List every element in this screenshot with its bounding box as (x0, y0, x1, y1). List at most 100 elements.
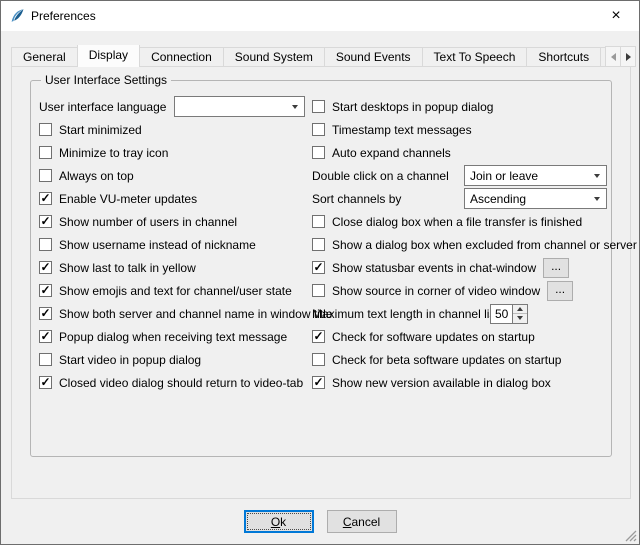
resize-grip-icon (624, 529, 637, 542)
arrow-down-icon (517, 316, 523, 320)
double-click-row: Double click on a channel Join or leave (312, 164, 607, 187)
checkbox-statusbar-events[interactable]: Show statusbar events in chat-window (312, 261, 536, 275)
resize-grip[interactable] (624, 529, 637, 542)
language-label: User interface language (39, 100, 174, 114)
checkbox-label: Start desktops in popup dialog (332, 100, 493, 114)
chevron-down-icon (594, 197, 600, 201)
checkbox-last-to-talk-yellow[interactable]: Show last to talk in yellow (39, 256, 311, 279)
checkbox-box (39, 330, 52, 343)
sort-channels-select[interactable]: Ascending (464, 188, 607, 209)
video-source-row: Show source in corner of video window ..… (312, 279, 607, 302)
checkbox-auto-expand-channels[interactable]: Auto expand channels (312, 141, 607, 164)
spinner-buttons (513, 304, 528, 324)
checkbox-box (312, 284, 325, 297)
checkbox-check-beta-updates[interactable]: Check for beta software updates on start… (312, 348, 607, 371)
checkbox-start-minimized[interactable]: Start minimized (39, 118, 311, 141)
spinner-down-button[interactable] (513, 314, 527, 323)
statusbar-events-config-button[interactable]: ... (543, 258, 569, 278)
checkbox-label: Show username instead of nickname (59, 238, 256, 252)
checkbox-enable-vu-meter[interactable]: Enable VU-meter updates (39, 187, 311, 210)
checkbox-start-video-popup[interactable]: Start video in popup dialog (39, 348, 311, 371)
checkbox-box (312, 261, 325, 274)
checkbox-box (39, 238, 52, 251)
left-column: User interface language Start minimized … (39, 95, 311, 394)
checkbox-start-desktops-popup[interactable]: Start desktops in popup dialog (312, 95, 607, 118)
title-bar[interactable]: Preferences × (1, 1, 639, 31)
double-click-label: Double click on a channel (312, 169, 464, 183)
max-text-length-input[interactable]: 50 (490, 304, 513, 324)
window-title: Preferences (31, 9, 96, 23)
checkbox-box (312, 215, 325, 228)
checkbox-label: Show a dialog box when excluded from cha… (332, 238, 637, 252)
spinner-up-button[interactable] (513, 305, 527, 315)
checkbox-closed-video-return[interactable]: Closed video dialog should return to vid… (39, 371, 311, 394)
tab-connection[interactable]: Connection (139, 47, 224, 67)
checkbox-label: Show emojis and text for channel/user st… (59, 284, 292, 298)
checkbox-label: Show source in corner of video window (332, 284, 540, 298)
language-row: User interface language (39, 95, 311, 118)
sort-channels-row: Sort channels by Ascending (312, 187, 607, 210)
chevron-down-icon (594, 174, 600, 178)
max-text-length-label: Maximum text length in channel list (312, 307, 490, 321)
checkbox-timestamp-messages[interactable]: Timestamp text messages (312, 118, 607, 141)
tab-scroll-right-button[interactable] (620, 46, 636, 67)
app-icon (9, 8, 25, 24)
tab-sound-system[interactable]: Sound System (223, 47, 325, 67)
checkbox-label: Show number of users in channel (59, 215, 237, 229)
checkbox-box (312, 330, 325, 343)
checkbox-close-on-transfer-finished[interactable]: Close dialog box when a file transfer is… (312, 210, 607, 233)
sort-channels-selected-value: Ascending (470, 192, 526, 206)
checkbox-box (39, 215, 52, 228)
checkbox-show-username[interactable]: Show username instead of nickname (39, 233, 311, 256)
checkbox-minimize-to-tray[interactable]: Minimize to tray icon (39, 141, 311, 164)
close-button[interactable]: × (593, 1, 639, 31)
checkbox-label: Popup dialog when receiving text message (59, 330, 287, 344)
checkbox-box (312, 100, 325, 113)
checkbox-new-version-dialog[interactable]: Show new version available in dialog box (312, 371, 607, 394)
checkbox-box (39, 353, 52, 366)
arrow-up-icon (517, 307, 523, 311)
checkbox-show-emojis[interactable]: Show emojis and text for channel/user st… (39, 279, 311, 302)
checkbox-label: Minimize to tray icon (59, 146, 168, 160)
tab-display[interactable]: Display (77, 45, 140, 67)
checkbox-always-on-top[interactable]: Always on top (39, 164, 311, 187)
checkbox-box (312, 123, 325, 136)
checkbox-box (39, 123, 52, 136)
max-text-length-row: Maximum text length in channel list 50 (312, 302, 607, 325)
checkbox-label: Closed video dialog should return to vid… (59, 376, 303, 390)
arrow-left-icon (611, 53, 616, 61)
arrow-right-icon (626, 53, 631, 61)
checkbox-box (312, 353, 325, 366)
checkbox-dialog-when-excluded[interactable]: Show a dialog box when excluded from cha… (312, 233, 607, 256)
group-title: User Interface Settings (41, 73, 171, 87)
checkbox-box (312, 376, 325, 389)
tab-text-to-speech[interactable]: Text To Speech (422, 47, 528, 67)
tab-bar: General Display Connection Sound System … (11, 45, 609, 67)
checkbox-box (39, 284, 52, 297)
checkbox-box (39, 376, 52, 389)
double-click-select[interactable]: Join or leave (464, 165, 607, 186)
checkbox-show-user-count[interactable]: Show number of users in channel (39, 210, 311, 233)
checkbox-label: Timestamp text messages (332, 123, 472, 137)
checkbox-box (39, 146, 52, 159)
checkbox-popup-on-text-message[interactable]: Popup dialog when receiving text message (39, 325, 311, 348)
checkbox-label: Auto expand channels (332, 146, 451, 160)
checkbox-box (39, 192, 52, 205)
video-source-config-button[interactable]: ... (547, 281, 573, 301)
ok-button[interactable]: Ok (244, 510, 314, 533)
checkbox-video-source-corner[interactable]: Show source in corner of video window (312, 284, 540, 298)
tab-scroller (606, 46, 636, 67)
tab-scroll-left-button[interactable] (605, 46, 621, 67)
user-interface-settings-group: User Interface Settings User interface l… (30, 80, 612, 457)
checkbox-label: Start video in popup dialog (59, 353, 201, 367)
language-select[interactable] (174, 96, 305, 117)
checkbox-box (39, 307, 52, 320)
tab-sound-events[interactable]: Sound Events (324, 47, 423, 67)
checkbox-box (39, 261, 52, 274)
cancel-button[interactable]: Cancel (327, 510, 397, 533)
tab-shortcuts[interactable]: Shortcuts (526, 47, 601, 67)
checkbox-check-updates[interactable]: Check for software updates on startup (312, 325, 607, 348)
checkbox-label: Show both server and channel name in win… (59, 307, 333, 321)
checkbox-server-channel-in-title[interactable]: Show both server and channel name in win… (39, 302, 311, 325)
tab-general[interactable]: General (11, 47, 78, 67)
